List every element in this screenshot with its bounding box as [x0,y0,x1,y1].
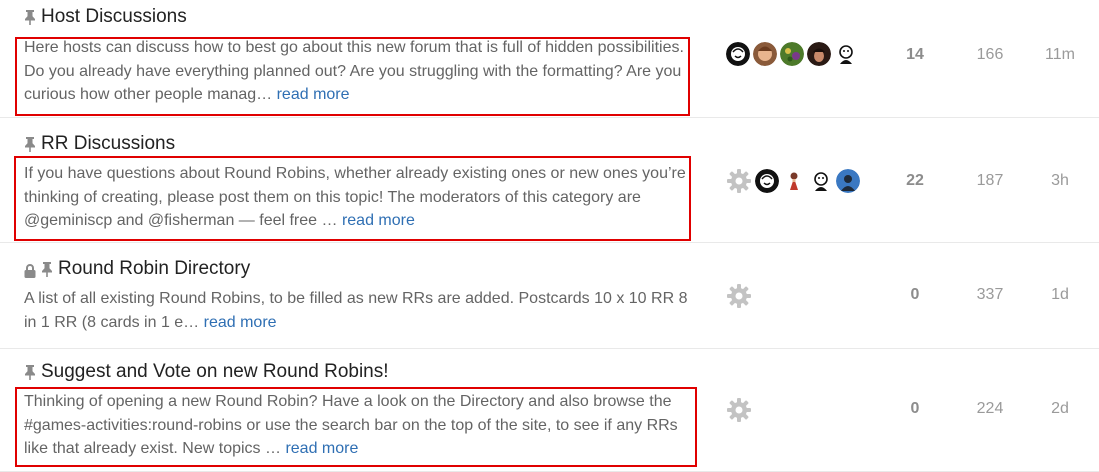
replies-count: 0 [910,400,920,417]
garden-avatar[interactable] [780,42,804,66]
topic-title-row: RR Discussions [24,133,175,155]
topic-posters [726,42,858,66]
topic-posters [726,168,860,194]
topic-row[interactable]: RR Discussions If you have questions abou… [0,117,1099,243]
gear-icon[interactable] [726,397,752,423]
cartoon-avatar[interactable] [834,42,858,66]
activity-time[interactable]: 3h [1030,172,1090,190]
activity-time[interactable]: 1d [1030,286,1090,304]
topic-posters [726,283,752,309]
lock-icon [24,262,36,278]
views-count: 187 [976,172,1004,189]
topic-title-row: Host Discussions [24,6,187,28]
topic-row[interactable]: Host Discussions Here hosts can discuss h… [0,0,1099,118]
pin-icon [24,364,36,380]
topic-excerpt: A list of all existing Round Robins, to … [24,287,694,334]
views-count: 224 [976,400,1004,417]
activity-time[interactable]: 2d [1030,400,1090,418]
topic-title-link[interactable]: RR Discussions [41,133,175,155]
topic-excerpt-text: Here hosts can discuss how to best go ab… [24,39,684,103]
topic-row[interactable]: Round Robin Directory A list of all exist… [0,242,1099,349]
blue-photo-avatar[interactable] [836,169,860,193]
topic-title-link[interactable]: Suggest and Vote on new Round Robins! [41,361,389,383]
topic-title-link[interactable]: Host Discussions [41,6,187,28]
topic-row[interactable]: Suggest and Vote on new Round Robins! Thi… [0,348,1099,472]
activity-time[interactable]: 11m [1030,46,1090,64]
read-more-link[interactable]: read more [204,314,277,331]
topic-excerpt-text: A list of all existing Round Robins, to … [24,290,688,331]
topic-excerpt: Thinking of opening a new Round Robin? H… [24,390,694,461]
doll-avatar[interactable] [782,169,806,193]
pin-icon [24,9,36,25]
read-more-link[interactable]: read more [342,212,415,229]
replies-count: 14 [906,46,924,63]
read-more-link[interactable]: read more [285,440,358,457]
replies-count: 0 [910,286,920,303]
gear-icon[interactable] [726,283,752,309]
topic-title-row: Round Robin Directory [24,258,250,280]
bw-sketch-avatar[interactable] [726,42,750,66]
topic-excerpt: If you have questions about Round Robins… [24,162,694,233]
views-count: 337 [976,286,1004,303]
dark-hair-avatar[interactable] [807,42,831,66]
replies-count: 22 [906,172,924,189]
bw-sketch-avatar[interactable] [755,169,779,193]
read-more-link[interactable]: read more [277,86,350,103]
pin-icon [41,261,53,277]
topic-excerpt: Here hosts can discuss how to best go ab… [24,36,694,107]
pin-icon [24,136,36,152]
topic-posters [726,397,752,423]
topic-title-link[interactable]: Round Robin Directory [58,258,250,280]
topic-title-row: Suggest and Vote on new Round Robins! [24,361,389,383]
cartoon-avatar[interactable] [809,169,833,193]
woman-photo-avatar[interactable] [753,42,777,66]
gear-icon[interactable] [726,168,752,194]
views-count: 166 [976,46,1004,63]
